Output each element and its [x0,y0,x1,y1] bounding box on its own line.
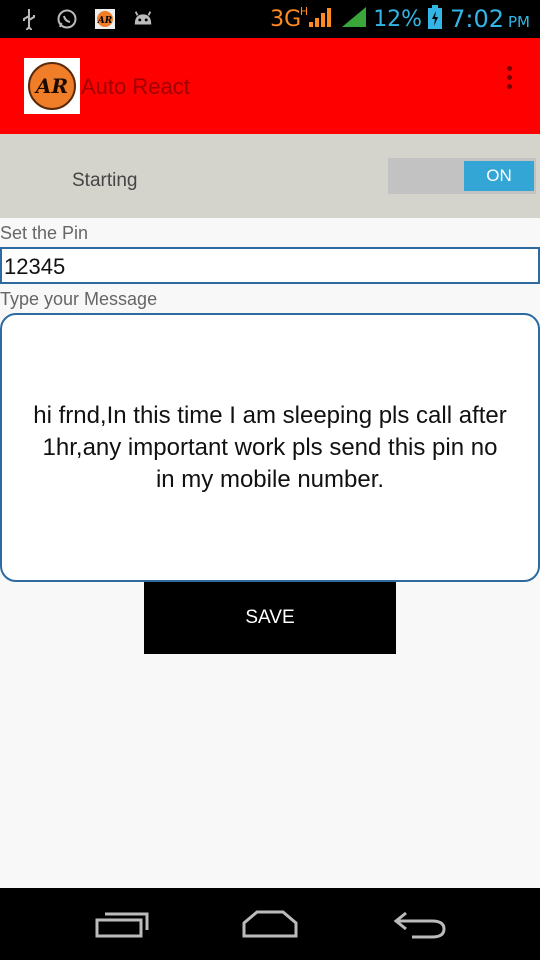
signal-icon [307,6,335,32]
signal-icon-2 [341,6,367,32]
recent-apps-icon[interactable] [82,902,162,946]
clock-time: 7:02 [450,5,504,33]
message-label: Type your Message [0,289,158,309]
system-status: 3G H 12% 7:02 PM [270,4,530,34]
app-logo[interactable]: AR [24,58,80,114]
battery-charging-icon [428,5,443,33]
home-icon[interactable] [230,902,310,946]
app-notification-icon: AR [94,8,116,30]
message-text: hi frnd,In this time I am sleeping pls c… [33,401,507,493]
svg-text:AR: AR [97,16,113,26]
save-button[interactable]: SAVE [144,582,396,654]
pin-input[interactable]: 12345 [0,247,540,284]
status-bar: AR 3G H 12% 7:02 PM [0,0,540,38]
service-toggle-row: Starting ON [0,134,540,218]
clock-ampm: PM [508,13,530,31]
network-type: 3G H [270,5,308,32]
network-badge: H [299,4,309,18]
network-type-label: 3G [270,6,302,32]
switch-thumb: ON [464,161,534,191]
logo-mark: AR [28,62,76,110]
overflow-menu-icon[interactable] [504,66,514,96]
android-icon [132,8,154,30]
notification-icons: AR [18,8,154,30]
message-input[interactable]: hi frnd,In this time I am sleeping pls c… [0,313,540,582]
back-icon[interactable] [380,902,460,946]
toggle-label: Starting [72,170,138,191]
service-switch[interactable]: ON [388,158,536,194]
pin-label: Set the Pin [0,223,89,243]
whatsapp-icon [56,8,78,30]
navigation-bar [0,888,540,960]
usb-icon [18,8,40,30]
battery-percent: 12% [373,6,423,32]
clock: 7:02 PM [450,5,530,33]
app-title: Auto React [81,74,190,99]
app-bar: AR Auto React [0,38,540,134]
